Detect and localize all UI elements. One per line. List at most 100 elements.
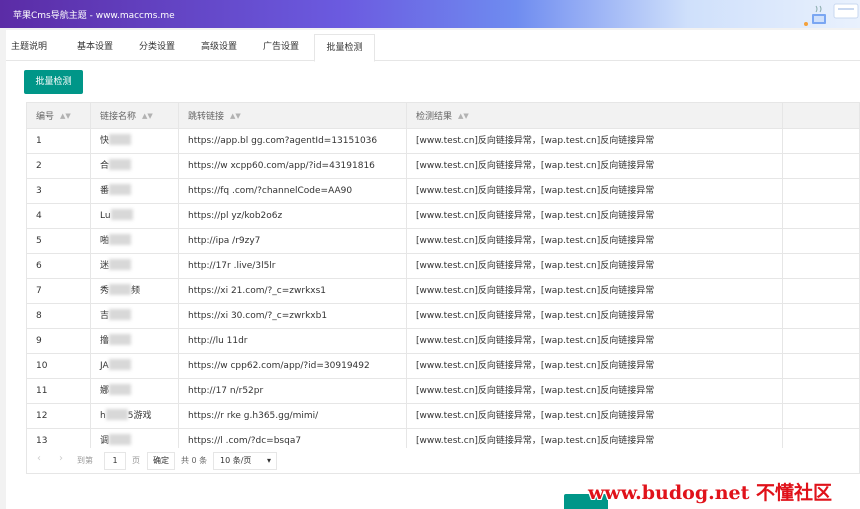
cell-name: 啪 [91,229,179,254]
cell-url: http://lu 11dr [179,329,407,354]
cell-id: 10 [27,354,91,379]
cell-url: https://r rke g.h365.gg/mimi/ [179,404,407,429]
table-row[interactable]: 11 娜 http://17 n/r52pr [www.test.cn]反向链接… [27,379,859,404]
cell-url: https://xi 30.com/?_c=zwrkxb1 [179,304,407,329]
cell-id: 12 [27,404,91,429]
redaction-blur [109,384,132,395]
cell-id: 4 [27,204,91,229]
tab-advanced-settings[interactable]: 高级设置 [192,34,246,61]
cell-name: 番 [91,179,179,204]
cell-result: [www.test.cn]反向链接异常，[wap.test.cn]反向链接异常 [407,354,783,379]
cell-url: https://xi 21.com/?_c=zwrkxs1 [179,279,407,304]
cell-id: 2 [27,154,91,179]
redaction-blur [109,309,132,320]
cell-name: 秀频 [91,279,179,304]
sort-icon[interactable]: ▲▼ [230,103,241,129]
table-row[interactable]: 4 Lu https://pl yz/kob2o6z [www.test.cn]… [27,204,859,229]
cell-result: [www.test.cn]反向链接异常，[wap.test.cn]反向链接异常 [407,229,783,254]
sort-icon[interactable]: ▲▼ [142,103,153,129]
cell-url: https://w cpp62.com/app/?id=30919492 [179,354,407,379]
column-header-blank [783,103,859,129]
redaction-blur [109,284,132,295]
table-row[interactable]: 1 快 https://app.bl gg.com?agentId=131510… [27,129,859,154]
cell-name: 迷 [91,254,179,279]
cell-id: 3 [27,179,91,204]
redaction-blur [109,334,132,345]
confirm-page-button[interactable]: 确定 [147,452,175,470]
cell-result: [www.test.cn]反向链接异常，[wap.test.cn]反向链接异常 [407,154,783,179]
cell-blank [783,129,859,154]
table-row[interactable]: 8 吉 https://xi 30.com/?_c=zwrkxb1 [www.t… [27,304,859,329]
column-header-id[interactable]: 编号 ▲▼ [27,103,91,129]
table-row[interactable]: 5 啪 http://ipa /r9zy7 [www.test.cn]反向链接异… [27,229,859,254]
redaction-blur [109,259,132,270]
cell-url: http://ipa /r9zy7 [179,229,407,254]
column-header-url[interactable]: 跳转链接 ▲▼ [179,103,407,129]
redaction-blur [109,134,132,145]
table-header: 编号 ▲▼ 链接名称 ▲▼ 跳转链接 ▲▼ 检测结果 ▲▼ [27,103,859,129]
column-header-result[interactable]: 检测结果 ▲▼ [407,103,783,129]
cell-url: http://17r .live/3l5lr [179,254,407,279]
total-count-label: 共 0 条 [181,456,208,465]
cell-result: [www.test.cn]反向链接异常，[wap.test.cn]反向链接异常 [407,129,783,154]
chevron-down-icon: ▾ [266,456,271,465]
cell-blank [783,254,859,279]
cell-name: 合 [91,154,179,179]
table-row[interactable]: 2 合 https://w xcpp60.com/app/?id=4319181… [27,154,859,179]
redaction-blur [110,209,133,220]
cell-id: 1 [27,129,91,154]
table-row[interactable]: 12 h 5游戏 https://r rke g.h365.gg/mimi/ [w… [27,404,859,429]
cell-result: [www.test.cn]反向链接异常，[wap.test.cn]反向链接异常 [407,379,783,404]
cell-result: [www.test.cn]反向链接异常，[wap.test.cn]反向链接异常 [407,179,783,204]
cell-id: 6 [27,254,91,279]
link-check-table: 编号 ▲▼ 链接名称 ▲▼ 跳转链接 ▲▼ 检测结果 ▲▼ 1 快 https://ap… [26,102,860,452]
table-row[interactable]: 7 秀频 https://xi 21.com/?_c=zwrkxs1 [www.… [27,279,859,304]
tab-theme-info[interactable]: 主题说明 [6,34,52,61]
cell-blank [783,329,859,354]
cell-blank [783,229,859,254]
column-header-name[interactable]: 链接名称 ▲▼ [91,103,179,129]
cell-url: http://17 n/r52pr [179,379,407,404]
cell-url: https://fq .com/?channelCode=AA90 [179,179,407,204]
cell-name: 快 [91,129,179,154]
window-title: 苹果Cms导航主题 - www.maccms.me [13,11,175,21]
cell-id: 8 [27,304,91,329]
cell-blank [783,279,859,304]
tab-basic-settings[interactable]: 基本设置 [68,34,122,61]
redaction-blur [109,234,132,245]
redaction-blur [108,359,131,370]
tab-batch-check[interactable]: 批量检测 [314,34,375,62]
cell-id: 9 [27,329,91,354]
cell-name: 娜 [91,379,179,404]
window-titlebar: 苹果Cms导航主题 - www.maccms.me [0,0,860,28]
page-number-input[interactable]: 1 [104,452,126,470]
page-size-select[interactable]: 10 条/页 ▾ [213,452,277,470]
batch-check-button[interactable]: 批量检测 [24,70,83,94]
cell-result: [www.test.cn]反向链接异常，[wap.test.cn]反向链接异常 [407,204,783,229]
tab-ad-settings[interactable]: 广告设置 [254,34,308,61]
tab-category-settings[interactable]: 分类设置 [130,34,184,61]
cell-name: JA [91,354,179,379]
tab-bar: 主题说明 基本设置 分类设置 高级设置 广告设置 批量检测 [6,34,860,62]
cell-blank [783,379,859,404]
cell-id: 5 [27,229,91,254]
cell-id: 11 [27,379,91,404]
cell-blank [783,179,859,204]
table-row[interactable]: 3 番 https://fq .com/?channelCode=AA90 [w… [27,179,859,204]
cell-name: h 5游戏 [91,404,179,429]
cell-result: [www.test.cn]反向链接异常，[wap.test.cn]反向链接异常 [407,329,783,354]
redaction-blur [109,159,132,170]
chevron-left-icon[interactable]: ‹ [37,453,41,464]
sort-icon[interactable]: ▲▼ [60,103,71,129]
table-row[interactable]: 6 迷 http://17r .live/3l5lr [www.test.cn]… [27,254,859,279]
redaction-blur [109,184,132,195]
sort-icon[interactable]: ▲▼ [458,103,469,129]
page-unit-label: 页 [132,456,140,465]
chevron-right-icon[interactable]: › [59,453,63,464]
cell-name: 撸 [91,329,179,354]
table-row[interactable]: 10 JA https://w cpp62.com/app/?id=309194… [27,354,859,379]
site-watermark: www.budog.net 不懂社区 [588,482,833,504]
table-row[interactable]: 9 撸 http://lu 11dr [www.test.cn]反向链接异常，[… [27,329,859,354]
main-panel: 主题说明 基本设置 分类设置 高级设置 广告设置 批量检测 批量检测 编号 ▲▼ … [6,30,860,509]
cell-name: Lu [91,204,179,229]
